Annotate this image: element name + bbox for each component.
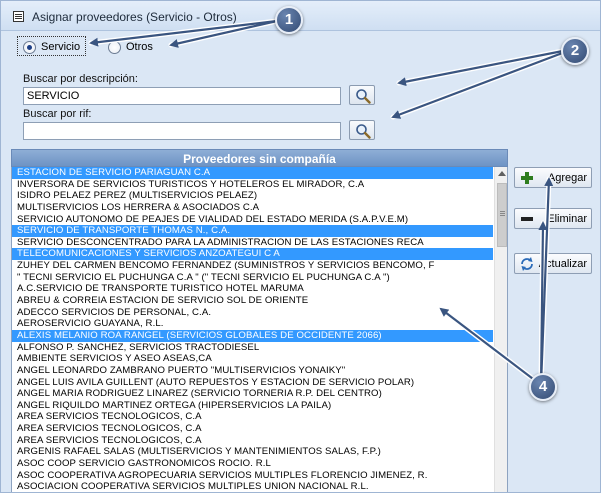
plus-icon [518, 169, 536, 187]
provider-row[interactable]: ARGENIS RAFAEL SALAS (MULTISERVICIOS Y M… [12, 446, 493, 458]
search-rif-label: Buscar por rif: [23, 108, 92, 120]
remove-button-label: Eliminar [547, 212, 587, 225]
list-scrollbar[interactable] [494, 167, 507, 492]
radio-servicio[interactable]: Servicio [23, 39, 80, 55]
provider-row[interactable]: ALFONSO P. SANCHEZ, SERVICIOS TRACTODIES… [12, 342, 493, 354]
search-description-label: Buscar por descripción: [23, 73, 138, 85]
providers-rows: ESTACION DE SERVICIO PARIAGUAN C.A INVERS… [12, 167, 493, 492]
provider-row[interactable]: ABREU & CORREIA ESTACION DE SERVICIO SOL… [12, 295, 493, 307]
search-rif-input[interactable] [23, 122, 341, 140]
provider-row[interactable]: SERVICIO DESCONCENTRADO PARA LA ADMINIST… [12, 237, 493, 249]
remove-button[interactable]: Eliminar [514, 208, 592, 229]
radio-otros[interactable]: Otros [108, 39, 153, 55]
search-rif-button[interactable] [349, 120, 375, 140]
provider-row[interactable]: ESTACION DE SERVICIO PARIAGUAN C.A [12, 167, 493, 179]
provider-row[interactable]: ANGEL LEONARDO ZAMBRANO PUERTO "MULTISER… [12, 365, 493, 377]
radio-servicio-indicator[interactable] [23, 40, 36, 54]
annotation-badge-4: 4 [529, 373, 557, 401]
provider-row[interactable]: ASOC COOP SERVICIO GASTRONOMICOS ROCIO. … [12, 458, 493, 470]
annotation-badge-1: 1 [275, 6, 303, 34]
refresh-icon [518, 255, 536, 273]
scroll-up-icon[interactable] [495, 167, 507, 181]
provider-row[interactable]: SERVICIO DE TRANSPORTE THOMAS N., C.A. [12, 225, 493, 237]
arrow-4b [538, 221, 548, 386]
list-header: Proveedores sin compañía [11, 149, 508, 167]
provider-row[interactable]: " TECNI SERVICIO EL PUCHUNGA C.A " (" TE… [12, 272, 493, 284]
arrow-2b [391, 47, 574, 119]
window-menu-icon[interactable] [13, 11, 24, 22]
providers-list[interactable]: ESTACION DE SERVICIO PARIAGUAN C.A INVERS… [11, 167, 508, 492]
arrow-2a [397, 47, 574, 87]
provider-row[interactable]: AREA SERVICIOS TECNOLOGICOS, C.A [12, 411, 493, 423]
provider-row[interactable]: AREA SERVICIOS TECNOLOGICOS, C.A [12, 435, 493, 447]
provider-row[interactable]: AEROSERVICIO GUAYANA, R.L. [12, 318, 493, 330]
provider-row[interactable]: ADECCO SERVICIOS DE PERSONAL, C.A. [12, 307, 493, 319]
radio-otros-label: Otros [126, 41, 153, 53]
provider-row[interactable]: AMBIENTE SERVICIOS Y ASEO ASEAS,CA [12, 353, 493, 365]
refresh-button[interactable]: Actualizar [514, 253, 592, 274]
search-description-button[interactable] [349, 85, 375, 105]
provider-row[interactable]: MULTISERVICIOS LOS HERRERA & ASOCIADOS C… [12, 202, 493, 214]
radio-servicio-label: Servicio [41, 41, 81, 53]
provider-row[interactable]: INVERSORA DE SERVICIOS TURISTICOS Y HOTE… [12, 179, 493, 191]
provider-row[interactable]: ALEXIS MELANIO ROA RANGEL (SERVICIOS GLO… [12, 329, 493, 342]
window-title: Asignar proveedores (Servicio - Otros) [32, 10, 237, 24]
provider-row[interactable]: ISIDRO PELAEZ PEREZ (MULTISERVICIOS PELA… [12, 190, 493, 202]
provider-row[interactable]: TELECOMUNICACIONES Y SERVICIOS ANZOATEGU… [12, 248, 493, 261]
refresh-button-label: Actualizar [538, 257, 587, 270]
annotation-badge-2: 2 [561, 37, 589, 65]
assign-providers-window: Asignar proveedores (Servicio - Otros) S… [0, 0, 601, 493]
scroll-thumb[interactable] [497, 183, 507, 247]
provider-row[interactable]: ZUHEY DEL CARMEN BENCOMO FERNANDEZ (SUMI… [12, 260, 493, 272]
provider-row[interactable]: ANGEL RIQUILDO MARTINEZ ORTEGA (HIPERSER… [12, 400, 493, 412]
provider-row[interactable]: ASOC COOPERATIVA AGROPECUARIA SERVICIOS … [12, 470, 493, 482]
provider-row[interactable]: ASOCIACION COOPERATIVA SERVICIOS MULTIPL… [12, 481, 493, 492]
magnifier-icon [356, 124, 371, 139]
provider-row[interactable]: SERVICIO AUTONOMO DE PEAJES DE VIALIDAD … [12, 214, 493, 226]
provider-row[interactable]: AREA SERVICIOS TECNOLOGICOS, C.A [12, 423, 493, 435]
add-button[interactable]: Agregar [514, 167, 592, 188]
add-button-label: Agregar [547, 171, 587, 184]
search-description-input[interactable] [23, 87, 341, 105]
provider-row[interactable]: A.C.SERVICIO DE TRANSPORTE TURISTICO HOT… [12, 283, 493, 295]
provider-row[interactable]: ANGEL LUIS AVILA GUILLENT (AUTO REPUESTO… [12, 377, 493, 389]
minus-icon [518, 210, 536, 228]
provider-row[interactable]: ANGEL MARIA RODRIGUEZ LINAREZ (SERVICIO … [12, 388, 493, 400]
radio-otros-indicator[interactable] [108, 40, 121, 54]
magnifier-icon [356, 89, 371, 104]
